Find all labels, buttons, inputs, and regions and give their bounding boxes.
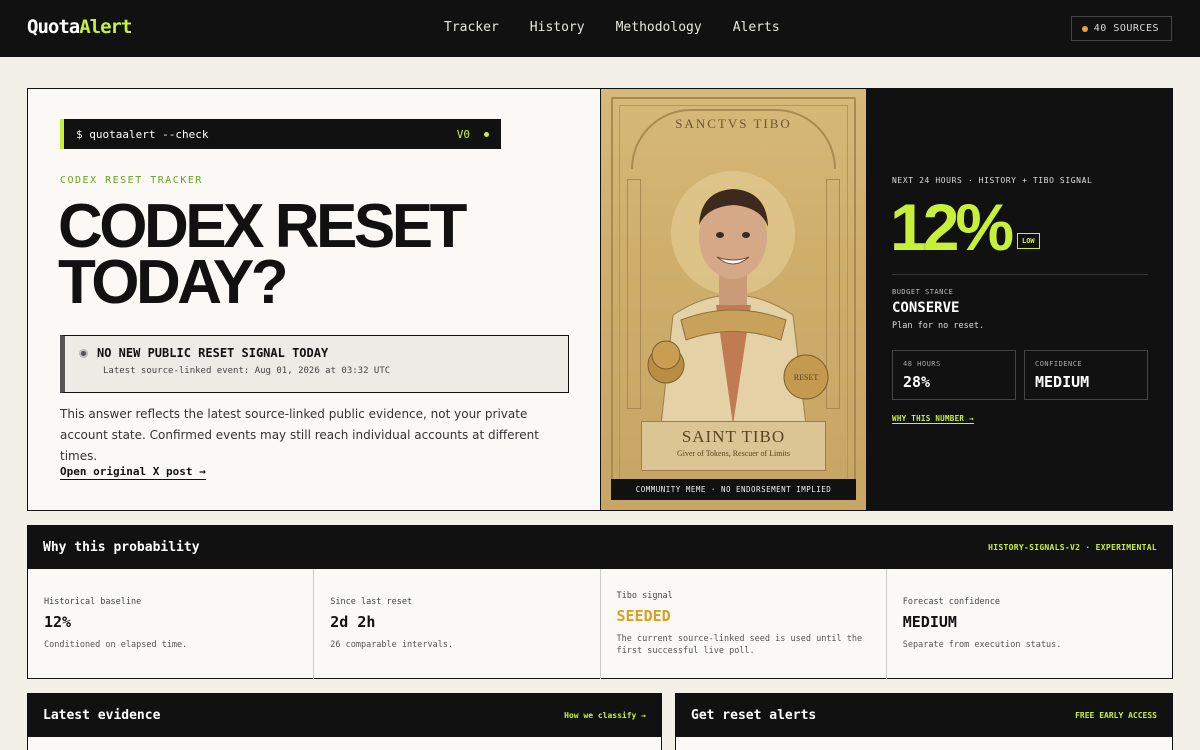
main-nav: Tracker History Methodology Alerts [444,20,780,35]
cell-label: Historical baseline [44,597,142,607]
historical-baseline-cell: Historical baseline 12% Conditioned on e… [28,569,315,679]
top-navbar: QuotaAlert Tracker History Methodology A… [0,0,1200,57]
version-indicator: V0 [457,128,489,141]
status-title: NO NEW PUBLIC RESET SIGNAL TODAY [97,346,329,360]
open-x-post-link[interactable]: Open original X post → [60,465,206,480]
logo[interactable]: QuotaAlert [27,16,132,38]
cell-value: MEDIUM [902,613,957,631]
command-text: $ quotaalert --check [76,127,209,141]
command-bar: $ quotaalert --check V0 [60,119,501,149]
cell-desc: Conditioned on elapsed time. [44,640,188,650]
forecast-eyebrow: NEXT 24 HOURS · HISTORY + TIBO SIGNAL [892,176,1093,185]
saint-illustration-icon: RESET [647,171,829,425]
confidence-label: CONFIDENCE [1035,360,1083,368]
hero-answer-panel: $ quotaalert --check V0 CODEX RESET TRAC… [28,89,601,510]
budget-stance-value: CONSERVE [892,300,960,316]
status-dot-icon [1081,25,1088,32]
forecast-percent: 12% [890,190,1014,264]
nav-alerts[interactable]: Alerts [733,20,780,35]
latest-event-text: Latest source-linked event: Aug 01, 2026… [103,366,391,376]
why-title: Why this probability [43,540,200,555]
hero-eyebrow: CODEX RESET TRACKER [60,175,203,186]
banner-sub: Giver of Tokens, Rescuer of Limits [676,449,791,458]
forecast-divider [892,274,1148,275]
h48-label: 48 HOURS [903,360,941,368]
status-dot-icon [79,348,88,358]
evidence-title: Latest evidence [43,708,161,723]
confidence-stat-box: CONFIDENCE MEDIUM [1024,350,1148,400]
hero-headline: CODEX RESET TODAY? [58,196,578,314]
version-label: V0 [456,127,470,141]
cell-label: Since last reset [330,597,413,607]
cell-value: 2d 2h [330,613,376,631]
forecast-confidence-cell: Forecast confidence MEDIUM Separate from… [887,569,1172,679]
evidence-header: Latest evidence How we classify → [28,694,661,737]
meme-top-text: SANCTVS TIBO [675,116,792,131]
logo-accent-text: Alert [79,16,132,38]
cell-desc: The current source-linked seed is used u… [616,634,863,656]
why-this-number-link[interactable]: WHY THIS NUMBER → [892,414,974,424]
since-last-reset-cell: Since last reset 2d 2h 26 comparable int… [314,569,601,679]
saint-banner: SAINT TIBO Giver of Tokens, Rescuer of L… [641,421,826,471]
explanation-text: This answer reflects the latest source-l… [60,407,539,463]
headline-line-2: TODAY? [58,248,289,317]
latest-evidence-panel: Latest evidence How we classify → [27,693,662,750]
live-dot-icon [484,131,489,137]
how-we-classify-link[interactable]: How we classify → [564,711,646,720]
cell-label: Tibo signal [616,591,673,601]
forecast-panel: NEXT 24 HOURS · HISTORY + TIBO SIGNAL 12… [866,89,1172,510]
cell-value: 12% [44,613,72,631]
why-header: Why this probability HISTORY-SIGNALS-V2 … [28,526,1172,569]
hero-section: $ quotaalert --check V0 CODEX RESET TRAC… [27,88,1173,511]
budget-stance-label: BUDGET STANCE [892,288,954,296]
h48-stat-box: 48 HOURS 28% [892,350,1016,400]
h48-value: 28% [903,373,931,391]
alerts-title: Get reset alerts [691,708,817,723]
cell-desc: Separate from execution status. [902,640,1062,650]
cell-desc: 26 comparable intervals. [330,640,454,650]
nav-history[interactable]: History [530,20,585,35]
reset-alerts-panel: Get reset alerts FREE EARLY ACCESS [675,693,1173,750]
alerts-header: Get reset alerts FREE EARLY ACCESS [676,694,1172,737]
early-access-tag: FREE EARLY ACCESS [1075,711,1157,720]
tibo-signal-cell: Tibo signal SEEDED The current source-li… [601,569,887,679]
sources-label: 40 SOURCES [1093,23,1159,34]
why-probability-section: Why this probability HISTORY-SIGNALS-V2 … [27,525,1173,679]
cell-label: Forecast confidence [902,597,1000,607]
cell-value: SEEDED [616,607,671,625]
reset-status-box: NO NEW PUBLIC RESET SIGNAL TODAY Latest … [60,335,569,393]
nav-methodology[interactable]: Methodology [616,20,702,35]
budget-stance-sub: Plan for no reset. [892,321,985,331]
banner-name: SAINT TIBO [681,427,786,446]
confidence-value: MEDIUM [1035,373,1090,391]
logo-main-text: Quota [27,16,80,38]
sources-badge[interactable]: 40 SOURCES [1070,16,1172,41]
nav-tracker[interactable]: Tracker [444,20,499,35]
saint-tibo-meme-card: SANCTVS TIBO RESET SAINT TIBO Giver of T… [601,89,866,510]
why-cells: Historical baseline 12% Conditioned on e… [28,569,1172,679]
meme-disclaimer-tag: COMMUNITY MEME · NO ENDORSEMENT IMPLIED [611,479,856,500]
reset-coin-label: RESET [794,373,819,382]
probability-level-badge: LOW [1017,233,1040,249]
model-version-tag: HISTORY-SIGNALS-V2 · EXPERIMENTAL [988,543,1157,552]
